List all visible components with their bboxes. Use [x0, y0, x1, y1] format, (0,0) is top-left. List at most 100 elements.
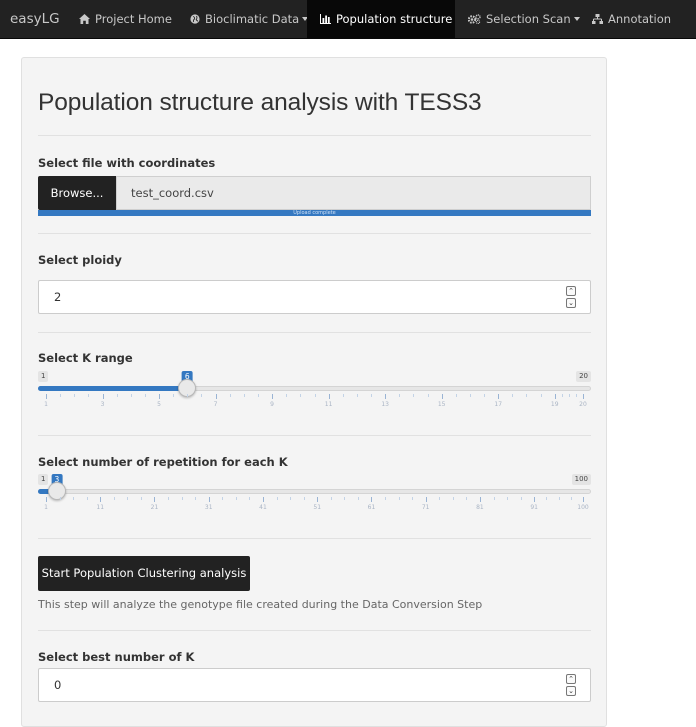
nav-label: Selection Scan — [486, 12, 571, 26]
slider-minor-tick — [540, 394, 542, 397]
slider-minor-tick — [398, 497, 400, 500]
nav-population-structure[interactable]: Population structure — [307, 0, 455, 39]
slider-tick — [479, 497, 481, 502]
slider-tick — [272, 394, 274, 399]
slider-tick-label: 11 — [324, 401, 333, 408]
spin-up-icon[interactable]: ⌃ — [566, 286, 576, 296]
slider-minor-tick — [412, 497, 414, 500]
slider-tick-label: 19 — [550, 401, 559, 408]
slider-minor-tick — [73, 497, 75, 500]
analysis-panel: Population structure analysis with TESS3… — [21, 57, 607, 727]
app-brand[interactable]: easyLG — [10, 0, 60, 39]
ploidy-input[interactable]: 2 ⌃ ⌄ — [38, 280, 591, 314]
slider-tick-label: 81 — [476, 504, 484, 511]
ploidy-value: 2 — [54, 290, 62, 304]
slider-tick — [46, 497, 47, 502]
slider-tick — [498, 394, 500, 399]
slider-minor-tick — [356, 394, 358, 397]
nav-bioclimatic-data[interactable]: Bioclimatic Data — [180, 0, 309, 39]
slider-tick-label: 7 — [213, 401, 218, 408]
slider-minor-tick — [116, 394, 118, 397]
spin-down-icon[interactable]: ⌄ — [566, 686, 576, 696]
slider-min-label: 1 — [38, 371, 49, 382]
ploidy-label: Select ploidy — [38, 253, 122, 267]
divider — [38, 233, 591, 234]
page-title: Population structure analysis with TESS3 — [38, 89, 482, 116]
divider — [38, 538, 591, 539]
slider-minor-tick — [520, 497, 522, 500]
slider-minor-tick — [330, 497, 332, 500]
top-navbar: easyLG Project Home Bioclimatic Data Pop… — [0, 0, 696, 39]
slider-tick-label: 61 — [367, 504, 376, 511]
slider-minor-tick — [546, 497, 548, 500]
slider-minor-tick — [290, 497, 292, 500]
divider — [38, 332, 591, 333]
slider-minor-tick — [195, 497, 197, 500]
slider-minor-tick — [300, 394, 302, 397]
slider-tick-label: 3 — [100, 401, 105, 408]
slider-tick-label: 15 — [437, 401, 446, 408]
slider-minor-tick — [342, 394, 344, 397]
filename-field[interactable]: test_coord.csv — [116, 176, 591, 210]
slider-minor-tick — [59, 497, 61, 500]
k-range-slider[interactable]: 1 20 6 1 3 5 7 9 11 13 15 17 19 20 — [38, 371, 591, 421]
start-clustering-button[interactable]: Start Population Clustering analysis — [38, 556, 250, 591]
slider-tick-label: 17 — [494, 401, 503, 408]
repetitions-slider[interactable]: 1 100 3 1 11 21 31 41 51 61 71 81 91 100 — [38, 474, 591, 524]
slider-minor-tick — [314, 394, 316, 397]
slider-tick-label: 1 — [44, 504, 48, 511]
slider-max-label: 20 — [576, 371, 591, 382]
cogs-icon — [467, 1, 481, 39]
slider-tick-label: 31 — [204, 504, 213, 511]
nav-label: Bioclimatic Data — [205, 12, 300, 26]
slider-minor-tick — [484, 394, 486, 397]
slider-minor-tick — [558, 497, 560, 500]
slider-minor-tick — [181, 497, 183, 500]
slider-minor-tick — [385, 497, 386, 500]
slider-track[interactable] — [38, 489, 591, 494]
slider-minor-tick — [570, 497, 572, 500]
slider-minor-tick — [173, 394, 175, 397]
slider-tick — [46, 394, 47, 399]
slider-minor-tick — [130, 394, 132, 397]
slider-minor-tick — [455, 394, 457, 397]
slider-tick — [385, 394, 387, 399]
best-k-input[interactable]: 0 ⌃ ⌄ — [38, 668, 591, 702]
home-icon — [79, 1, 90, 39]
slider-tick — [583, 394, 584, 399]
nav-selection-scan[interactable]: Selection Scan — [458, 0, 580, 39]
upload-progress-bar: Upload complete — [38, 210, 591, 216]
slider-minor-tick — [561, 394, 563, 397]
slider-minor-tick — [427, 394, 429, 397]
slider-tick — [100, 497, 102, 502]
best-k-label: Select best number of K — [38, 650, 195, 664]
slider-tick — [159, 394, 161, 399]
slider-tick-label: 9 — [270, 401, 275, 408]
slider-tick — [371, 497, 373, 502]
slider-minor-tick — [466, 497, 468, 500]
nav-project-home[interactable]: Project Home — [70, 0, 174, 39]
slider-minor-tick — [399, 394, 401, 397]
slider-tick-label: 11 — [96, 504, 105, 511]
slider-tick — [534, 497, 536, 502]
slider-minor-tick — [187, 394, 189, 397]
slider-minor-tick — [439, 497, 441, 500]
slider-minor-tick — [413, 394, 415, 397]
slider-minor-tick — [575, 394, 577, 397]
bar-chart-icon — [320, 1, 331, 39]
nav-annotation[interactable]: Annotation — [583, 0, 683, 39]
slider-max-label: 100 — [571, 474, 591, 485]
slider-tick — [441, 394, 443, 399]
slider-minor-tick — [257, 394, 259, 397]
slider-min-label: 1 — [38, 474, 49, 485]
slider-tick — [328, 394, 330, 399]
slider-minor-tick — [74, 394, 76, 397]
browse-button[interactable]: Browse... — [38, 176, 116, 210]
divider — [38, 135, 591, 136]
slider-tick-label: 100 — [577, 504, 589, 511]
spin-up-icon[interactable]: ⌃ — [566, 674, 576, 684]
spin-down-icon[interactable]: ⌄ — [566, 298, 576, 308]
divider — [38, 630, 591, 631]
slider-minor-tick — [201, 394, 203, 397]
slider-handle[interactable] — [47, 482, 66, 500]
